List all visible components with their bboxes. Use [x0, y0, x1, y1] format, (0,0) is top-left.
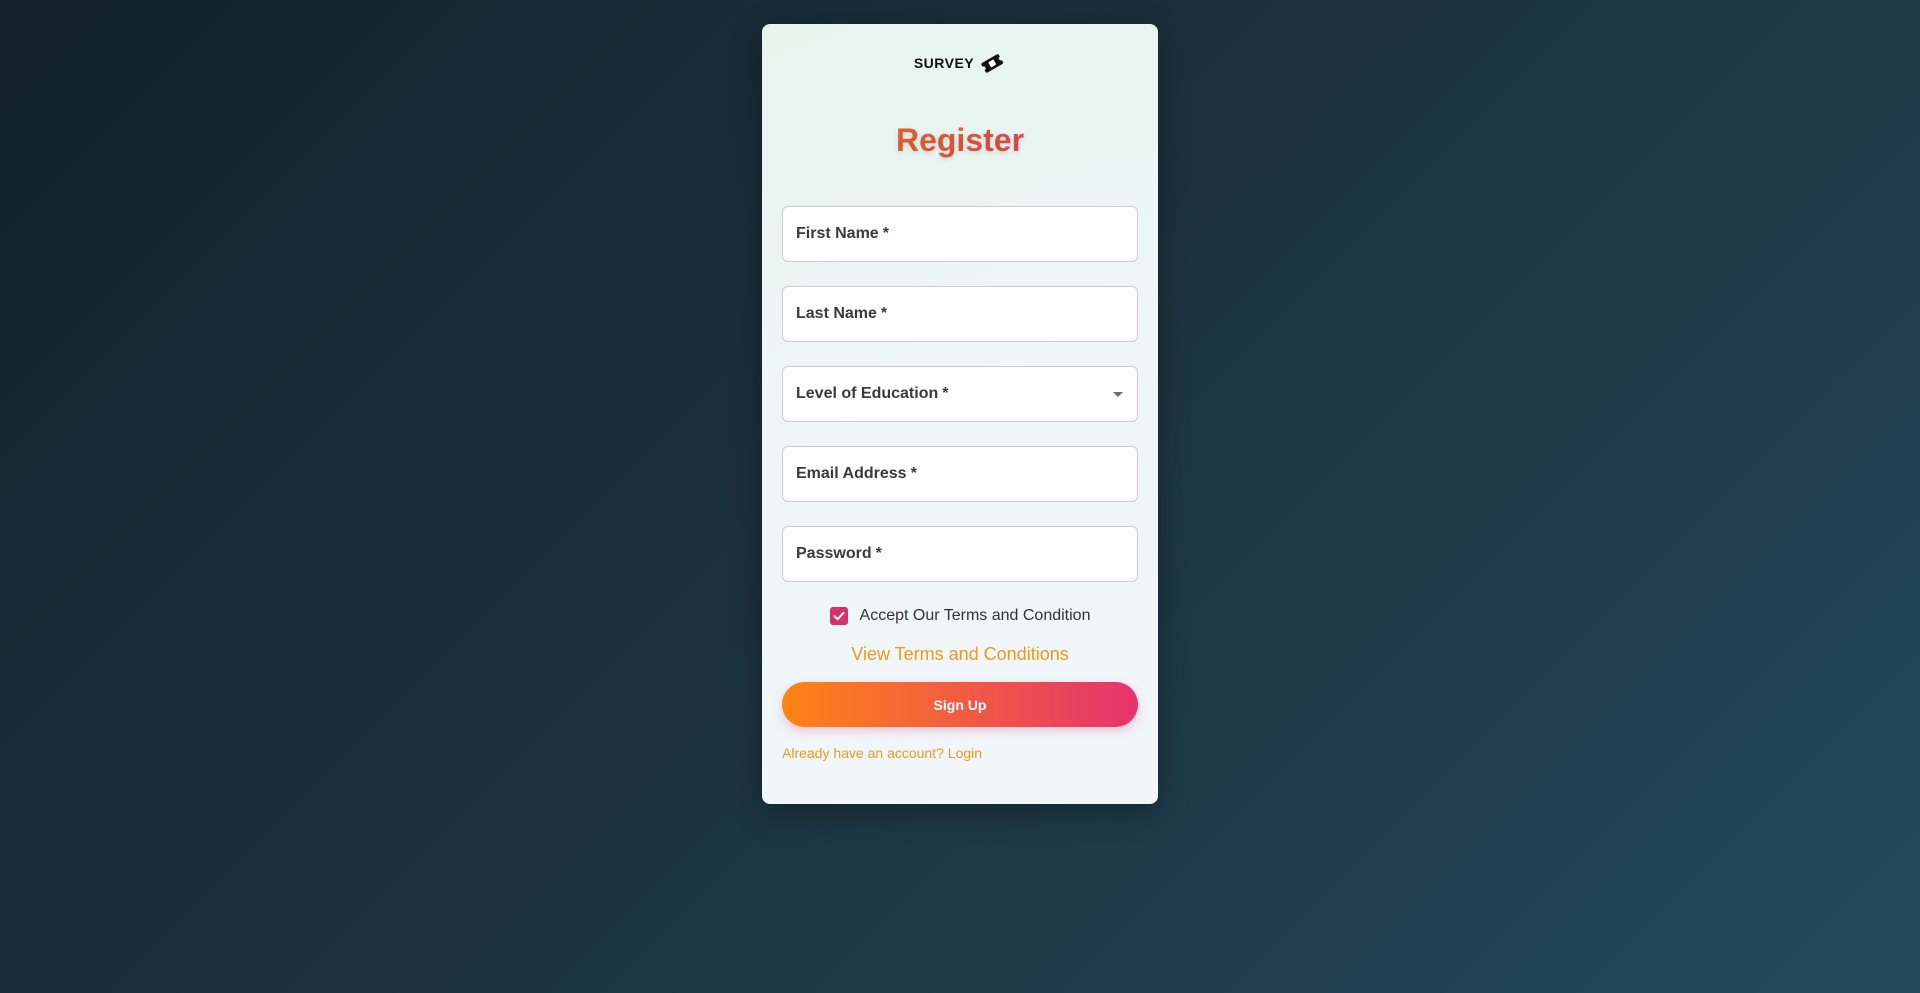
ticket-icon	[978, 49, 1006, 77]
terms-checkbox-label: Accept Our Terms and Condition	[859, 607, 1091, 624]
login-link[interactable]: Already have an account? Login	[782, 745, 1138, 761]
chevron-down-icon[interactable]	[1113, 392, 1123, 397]
registration-fields: First Name * Last Name * Level of Educat…	[782, 206, 1138, 582]
sign-up-button[interactable]: Sign Up	[782, 682, 1138, 727]
education-level-label: Level of Education	[796, 385, 939, 402]
brand-logo: SURVEY	[782, 48, 1138, 78]
last-name-field[interactable]: Last Name *	[782, 286, 1138, 342]
terms-checkbox[interactable]	[829, 607, 848, 625]
terms-row: Accept Our Terms and Condition	[782, 600, 1138, 632]
brand-name: SURVEY	[913, 55, 975, 71]
check-icon	[833, 611, 845, 621]
email-field[interactable]: Email Address *	[782, 446, 1138, 502]
view-terms-link[interactable]: View Terms and Conditions	[782, 642, 1138, 666]
first-name-field[interactable]: First Name *	[782, 206, 1138, 262]
password-field[interactable]: Password *	[782, 526, 1138, 582]
register-card: SURVEY Register First Name * Last Name *	[762, 24, 1158, 804]
education-level-select[interactable]: Level of Education *	[782, 366, 1138, 422]
page-title: Register	[782, 120, 1138, 160]
required-mark: *	[942, 385, 949, 402]
